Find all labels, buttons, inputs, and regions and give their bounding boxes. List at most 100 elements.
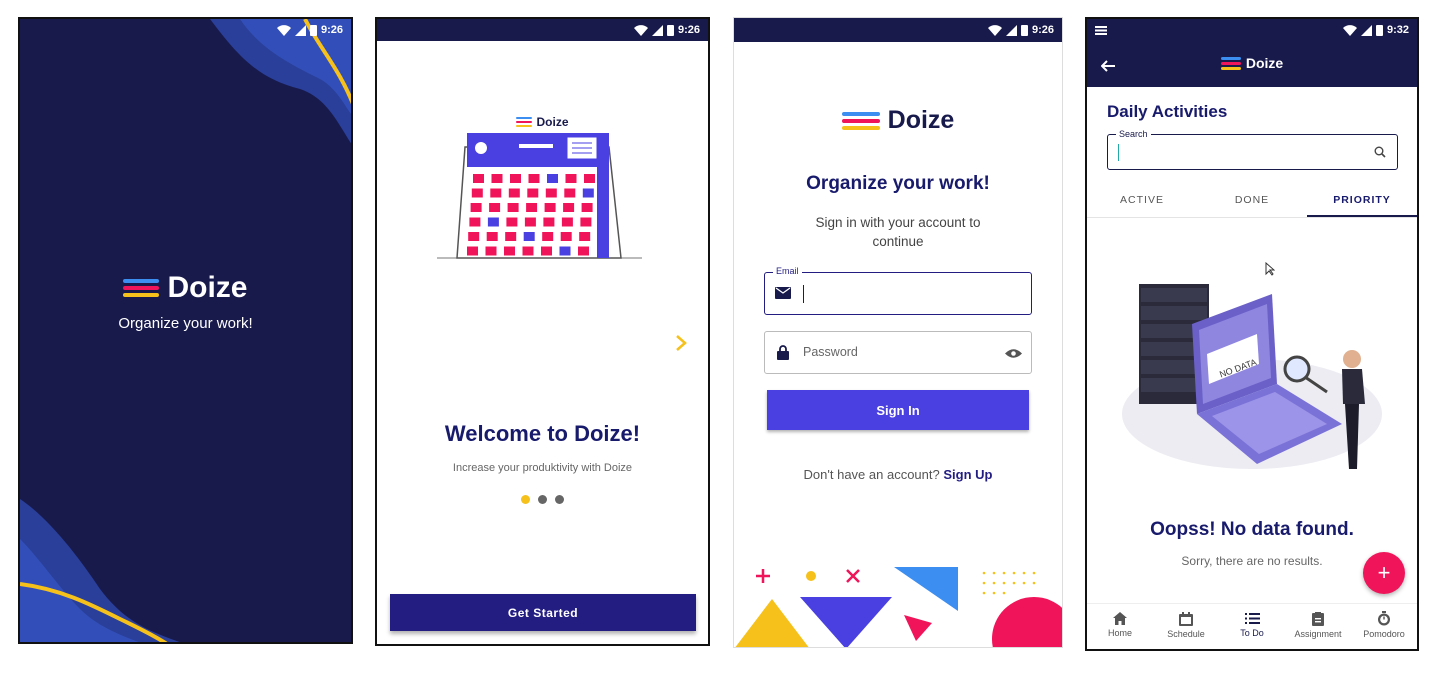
- email-input[interactable]: [803, 285, 806, 303]
- calendar-cell: [582, 188, 594, 198]
- calendar-cell: [579, 232, 591, 241]
- login-screen: 9:26 Doize Organize your work! Sign in w…: [733, 17, 1063, 648]
- chevron-right-icon[interactable]: [674, 334, 688, 352]
- calendar-cell: [523, 232, 535, 241]
- wifi-icon: [987, 24, 1002, 36]
- calendar-cell: [545, 188, 557, 198]
- signal-icon: [651, 24, 663, 36]
- nav-pomodoro[interactable]: Pomodoro: [1351, 604, 1417, 649]
- no-data-illustration: NO DATA: [1122, 284, 1382, 469]
- nav-schedule[interactable]: Schedule: [1153, 604, 1219, 649]
- mouse-cursor-icon: [1265, 262, 1275, 276]
- calendar-cell: [489, 203, 501, 212]
- clipboard-icon: [1312, 612, 1324, 626]
- nav-label: Pomodoro: [1363, 629, 1405, 639]
- page-indicator: [377, 495, 708, 504]
- onboarding-subtitle: Increase your produktivity with Doize: [452, 462, 633, 474]
- password-input[interactable]: Password: [803, 345, 858, 359]
- calendar-cell: [559, 246, 571, 256]
- calendar-cell: [510, 174, 521, 183]
- calendar-cell: [565, 174, 577, 183]
- page-title: Daily Activities: [1107, 102, 1228, 121]
- calendar-illustration: [437, 133, 642, 259]
- calendar-cell: [544, 203, 556, 212]
- app-bar: Doize: [1087, 41, 1417, 87]
- status-bar: 9:26: [20, 19, 351, 41]
- home-icon: [1113, 612, 1127, 625]
- calendar-cell: [470, 203, 482, 212]
- doize-logo-icon: [1220, 56, 1241, 70]
- calendar-cell: [505, 232, 517, 241]
- calendar-cell: [578, 246, 589, 256]
- eye-icon[interactable]: [1005, 348, 1022, 359]
- calendar-cell: [469, 217, 481, 227]
- calendar-cell: [584, 174, 595, 183]
- calendar-cell: [507, 203, 519, 212]
- status-bar: 9:26: [377, 19, 708, 41]
- calendar-cell: [471, 188, 483, 198]
- signal-icon: [1360, 24, 1372, 36]
- onboarding-screen: 9:26 Doize Welcome to Doize! Increase yo…: [375, 17, 710, 646]
- doize-logo-icon: [516, 117, 533, 127]
- calendar-cell: [561, 217, 573, 227]
- battery-icon: [1020, 25, 1028, 36]
- splash-logo: Doize: [20, 271, 351, 305]
- login-brand: Doize: [734, 106, 1062, 135]
- nav-assignment[interactable]: Assignment: [1285, 604, 1351, 649]
- calendar-icon: [1179, 612, 1193, 626]
- calendar-cell: [560, 232, 572, 241]
- onboarding-title: Welcome to Doize!: [444, 421, 641, 446]
- status-time: 9:26: [320, 24, 343, 36]
- tab-priority[interactable]: PRIORITY: [1307, 184, 1417, 217]
- doize-logo-icon: [123, 279, 160, 297]
- email-field[interactable]: Email: [764, 266, 1032, 315]
- search-icon[interactable]: [1374, 146, 1386, 158]
- calendar-cell: [528, 174, 540, 183]
- brand-name: Doize: [1245, 55, 1284, 71]
- nav-label: Home: [1107, 628, 1132, 638]
- nav-label: To Do: [1240, 628, 1264, 638]
- search-field-label: Search: [1116, 129, 1151, 139]
- bottom-nav: Home Schedule To Do Assignment Pomodoro: [1087, 603, 1417, 649]
- empty-title: Oopss! No data found.: [1150, 519, 1354, 540]
- calendar-cell: [580, 217, 592, 227]
- nav-label: Assignment: [1294, 629, 1342, 639]
- tab-active[interactable]: ACTIVE: [1087, 184, 1197, 217]
- page-dot-active: [521, 495, 530, 504]
- battery-icon: [1375, 25, 1383, 36]
- calendar-cell: [504, 246, 515, 256]
- calendar-cell: [543, 217, 555, 227]
- password-field[interactable]: Password: [764, 331, 1032, 374]
- calendar-cell: [542, 232, 554, 241]
- signup-prompt: Don't have an account? Sign Up: [734, 467, 1062, 482]
- search-input[interactable]: [1118, 144, 1121, 161]
- status-time: 9:32: [1386, 24, 1409, 36]
- signal-icon: [1005, 24, 1017, 36]
- calendar-cell: [467, 246, 478, 256]
- calendar-cell: [526, 203, 538, 212]
- page-dot: [538, 495, 547, 504]
- add-task-button[interactable]: +: [1363, 552, 1405, 594]
- calendar-cell: [508, 188, 520, 198]
- nav-home[interactable]: Home: [1087, 604, 1153, 649]
- sign-up-link[interactable]: Sign Up: [943, 467, 992, 482]
- get-started-button[interactable]: Get Started: [390, 594, 696, 631]
- calendar-cell: [541, 246, 552, 256]
- list-icon: [1244, 613, 1260, 624]
- search-field[interactable]: Search: [1107, 129, 1398, 170]
- calendar-cell: [491, 174, 503, 183]
- wifi-icon: [276, 24, 291, 36]
- brand-name: Doize: [167, 271, 248, 304]
- calendar-cell: [487, 217, 499, 227]
- page-dot: [555, 495, 564, 504]
- calendar-cell: [524, 217, 536, 227]
- calendar-cell: [547, 174, 558, 183]
- brand-name: Doize: [887, 106, 955, 134]
- nav-todo[interactable]: To Do: [1219, 604, 1285, 649]
- calendar-cell: [506, 217, 518, 227]
- login-subheading: Sign in with your account to continue: [815, 215, 981, 249]
- calendar-cell: [473, 174, 484, 183]
- sign-in-button[interactable]: Sign In: [767, 390, 1029, 430]
- tab-done[interactable]: DONE: [1197, 184, 1307, 217]
- lock-icon: [777, 345, 789, 360]
